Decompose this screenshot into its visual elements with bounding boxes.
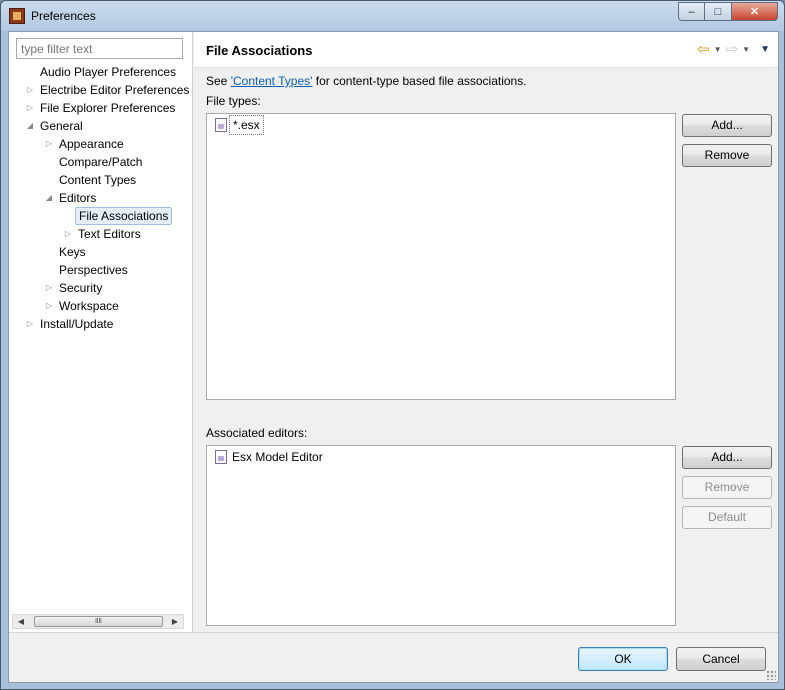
- editors-add-button[interactable]: Add...: [682, 446, 772, 469]
- tree-item[interactable]: ▷ Install/Update: [9, 315, 192, 333]
- tree-item-label: Appearance: [59, 137, 124, 151]
- forward-dropdown-icon[interactable]: ▼: [742, 45, 750, 54]
- arrow-right-icon[interactable]: ⇨: [726, 42, 739, 57]
- tree-item[interactable]: ▷ Electribe Editor Preferences: [9, 81, 192, 99]
- tree-item[interactable]: Content Types: [9, 171, 192, 189]
- tree-item-label: Editors: [59, 191, 97, 205]
- esx-file-icon: [215, 118, 227, 132]
- list-item-label: *.esx: [229, 115, 264, 135]
- tree-item-label: Install/Update: [40, 317, 114, 331]
- expand-icon[interactable]: ▷: [63, 225, 73, 243]
- tree-item-label: Content Types: [59, 173, 137, 187]
- title-bar[interactable]: Preferences – □ ✕: [1, 1, 784, 31]
- tree-item-label: General: [40, 119, 83, 133]
- tree-horizontal-scrollbar[interactable]: ◀ ⅡⅡ ▶: [12, 614, 184, 629]
- ok-button[interactable]: OK: [578, 647, 668, 671]
- maximize-button[interactable]: □: [705, 2, 732, 21]
- expand-icon[interactable]: ▷: [44, 279, 54, 297]
- page-navigation: ⇦ ▼ ⇨ ▼ ▼: [697, 42, 770, 57]
- tree-item[interactable]: ◢ General: [9, 117, 192, 135]
- associated-editors-list[interactable]: Esx Model Editor: [206, 445, 676, 626]
- editors-default-button[interactable]: Default: [682, 506, 772, 529]
- tree-item-label: Audio Player Preferences: [40, 65, 177, 79]
- filter-input[interactable]: [16, 38, 183, 59]
- tree-item-label: Security: [59, 281, 103, 295]
- file-types-label: File types:: [206, 94, 261, 108]
- content-types-link[interactable]: 'Content Types': [231, 74, 313, 88]
- tree-item-label: Compare/Patch: [59, 155, 143, 169]
- tree-item-label: File Explorer Preferences: [40, 101, 176, 115]
- tree-item[interactable]: File Associations: [9, 207, 192, 225]
- window-title: Preferences: [31, 9, 96, 23]
- expand-icon[interactable]: ▷: [44, 135, 54, 153]
- hint-suffix: for content-type based file associations…: [312, 74, 527, 88]
- view-menu-icon[interactable]: ▼: [760, 44, 770, 55]
- preferences-window: Preferences – □ ✕ Audio Player Preferenc…: [0, 0, 785, 690]
- preference-tree-pane: Audio Player Preferences ▷ Electribe Edito…: [9, 32, 193, 632]
- tree-item-label: Keys: [59, 245, 86, 259]
- expand-icon[interactable]: ▷: [44, 297, 54, 315]
- tree-item[interactable]: Audio Player Preferences: [9, 63, 192, 81]
- app-icon: [9, 8, 25, 24]
- expand-icon[interactable]: ▷: [25, 99, 35, 117]
- tree-item[interactable]: Perspectives: [9, 261, 192, 279]
- tree-item[interactable]: ▷ Workspace: [9, 297, 192, 315]
- cancel-button[interactable]: Cancel: [676, 647, 766, 671]
- list-item[interactable]: *.esx: [215, 115, 264, 135]
- file-types-add-button[interactable]: Add...: [682, 114, 772, 137]
- tree-item-label: Text Editors: [78, 227, 141, 241]
- tree-item[interactable]: ▷ Security: [9, 279, 192, 297]
- content-types-hint: See 'Content Types' for content-type bas…: [206, 74, 527, 88]
- collapse-icon[interactable]: ◢: [44, 189, 54, 207]
- tree-item[interactable]: Compare/Patch: [9, 153, 192, 171]
- dialog-client: Audio Player Preferences ▷ Electribe Edito…: [8, 31, 779, 683]
- tree-item-label: Perspectives: [59, 263, 128, 277]
- esx-file-icon: [215, 450, 227, 464]
- resize-grip-icon[interactable]: [766, 670, 776, 680]
- hint-prefix: See: [206, 74, 231, 88]
- scroll-thumb[interactable]: ⅡⅡ: [34, 616, 163, 627]
- close-button[interactable]: ✕: [732, 2, 778, 21]
- arrow-left-icon[interactable]: ⇦: [697, 42, 710, 57]
- tree-item[interactable]: ◢ Editors: [9, 189, 192, 207]
- list-item-label: Esx Model Editor: [232, 450, 323, 464]
- expand-icon[interactable]: ▷: [25, 315, 35, 333]
- file-associations-page: File Associations ⇦ ▼ ⇨ ▼ ▼ See 'Content…: [194, 32, 778, 632]
- tree-item-label: Electribe Editor Preferences: [40, 83, 190, 97]
- tree-item[interactable]: Keys: [9, 243, 192, 261]
- file-types-list[interactable]: *.esx: [206, 113, 676, 400]
- file-types-remove-button[interactable]: Remove: [682, 144, 772, 167]
- dialog-footer: OK Cancel: [9, 632, 778, 682]
- associated-editors-label: Associated editors:: [206, 426, 308, 440]
- page-title: File Associations: [206, 43, 313, 58]
- back-dropdown-icon[interactable]: ▼: [714, 45, 722, 54]
- window-controls: – □ ✕: [678, 2, 778, 21]
- scroll-right-icon[interactable]: ▶: [168, 615, 182, 628]
- list-item[interactable]: Esx Model Editor: [215, 448, 326, 466]
- editors-remove-button[interactable]: Remove: [682, 476, 772, 499]
- page-header: File Associations ⇦ ▼ ⇨ ▼ ▼: [194, 32, 778, 68]
- tree-item[interactable]: ▷ File Explorer Preferences: [9, 99, 192, 117]
- tree-item[interactable]: ▷ Text Editors: [9, 225, 192, 243]
- tree-item-label: File Associations: [75, 207, 173, 225]
- scroll-left-icon[interactable]: ◀: [14, 615, 28, 628]
- tree-item[interactable]: ▷ Appearance: [9, 135, 192, 153]
- minimize-button[interactable]: –: [678, 2, 705, 21]
- collapse-icon[interactable]: ◢: [25, 117, 35, 135]
- preference-tree: Audio Player Preferences ▷ Electribe Edito…: [9, 63, 192, 611]
- tree-item-label: Workspace: [59, 299, 119, 313]
- expand-icon[interactable]: ▷: [25, 81, 35, 99]
